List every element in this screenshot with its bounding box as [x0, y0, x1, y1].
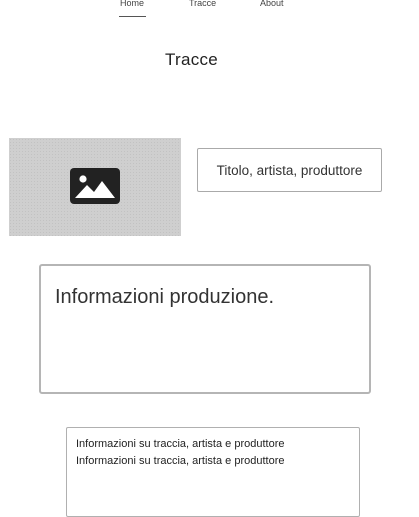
- nav-active-indicator: [119, 16, 146, 17]
- image-icon: [70, 168, 120, 204]
- info-line: Informazioni su traccia, artista e produ…: [76, 438, 285, 450]
- track-title-box: Titolo, artista, produttore: [197, 148, 382, 192]
- track-image-placeholder: [9, 138, 181, 236]
- page-title: Tracce: [164, 50, 219, 69]
- nav-tracce-link[interactable]: Tracce: [189, 0, 216, 8]
- nav-about-link[interactable]: About: [260, 0, 284, 8]
- top-nav: Home Tracce About: [0, 0, 419, 22]
- info-line: Informazioni su traccia, artista e produ…: [76, 455, 285, 467]
- production-info-box: Informazioni produzione.: [39, 264, 371, 394]
- nav-home-link[interactable]: Home: [120, 0, 144, 8]
- track-info-box: Informazioni su traccia, artista e produ…: [66, 427, 360, 517]
